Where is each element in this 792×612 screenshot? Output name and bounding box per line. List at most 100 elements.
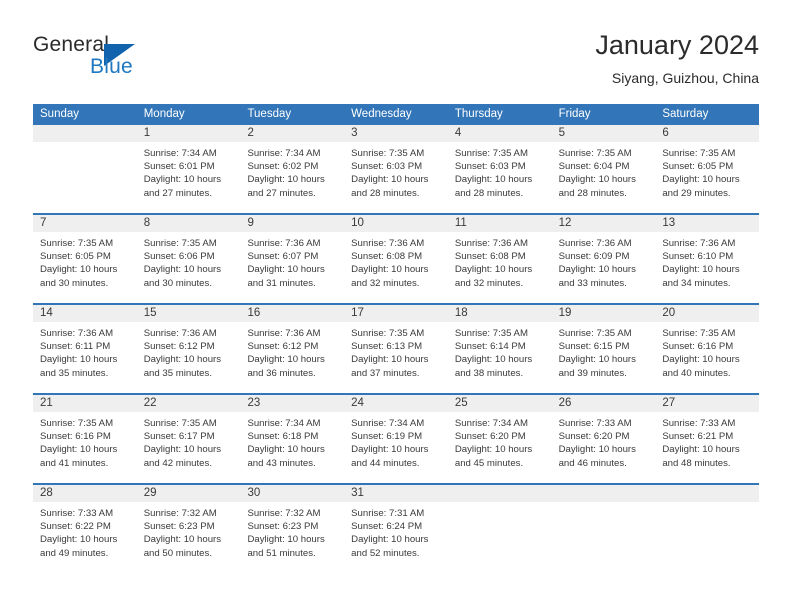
- day-number-band: [447, 485, 552, 502]
- day-cell-14[interactable]: 14 Sunrise: 7:36 AM Sunset: 6:11 PM Dayligh…: [33, 305, 137, 393]
- day-cell-4[interactable]: 4 Sunrise: 7:35 AM Sunset: 6:03 PM Daylight…: [447, 125, 552, 213]
- day-cell-24[interactable]: 24 Sunrise: 7:34 AM Sunset: 6:19 PM Dayligh…: [344, 395, 448, 483]
- day-details: Sunrise: 7:35 AM Sunset: 6:16 PM Daylight:…: [33, 412, 137, 470]
- day-cell-27[interactable]: 27 Sunrise: 7:33 AM Sunset: 6:21 PM Dayligh…: [655, 395, 760, 483]
- day-detail-line: and 29 minutes.: [662, 187, 731, 199]
- day-cell-18[interactable]: 18 Sunrise: 7:35 AM Sunset: 6:14 PM Dayligh…: [447, 305, 552, 393]
- day-details: Sunrise: 7:35 AM Sunset: 6:13 PM Daylight:…: [344, 322, 448, 380]
- day-number: 5: [558, 127, 565, 139]
- day-detail-line: Sunset: 6:12 PM: [247, 341, 319, 353]
- day-number: 16: [247, 307, 261, 319]
- day-number: 20: [662, 307, 676, 319]
- day-number-band: 10: [344, 215, 448, 232]
- day-cell-5[interactable]: 5 Sunrise: 7:35 AM Sunset: 6:04 PM Daylight…: [551, 125, 656, 213]
- day-detail-line: Sunset: 6:17 PM: [143, 431, 215, 443]
- day-detail-line: Daylight: 10 hours: [247, 534, 325, 546]
- day-cell-26[interactable]: 26 Sunrise: 7:33 AM Sunset: 6:20 PM Dayligh…: [551, 395, 656, 483]
- day-detail-line: Daylight: 10 hours: [454, 174, 533, 186]
- day-details: Sunrise: 7:33 AM Sunset: 6:22 PM Daylight:…: [33, 502, 137, 560]
- day-details: Sunrise: 7:33 AM Sunset: 6:21 PM Daylight:…: [655, 412, 759, 470]
- day-cell-2[interactable]: 2 Sunrise: 7:34 AM Sunset: 6:02 PM Daylight…: [240, 125, 345, 213]
- day-cell-1[interactable]: 1 Sunrise: 7:34 AM Sunset: 6:01 PM Daylight…: [136, 125, 241, 213]
- day-detail-line: and 27 minutes.: [247, 187, 316, 199]
- day-cell-22[interactable]: 22 Sunrise: 7:35 AM Sunset: 6:17 PM Dayligh…: [136, 395, 241, 483]
- day-cell-10[interactable]: 10 Sunrise: 7:36 AM Sunset: 6:08 PM Dayligh…: [344, 215, 448, 303]
- day-cell-19[interactable]: 19 Sunrise: 7:35 AM Sunset: 6:15 PM Dayligh…: [551, 305, 656, 393]
- day-cell-7[interactable]: 7 Sunrise: 7:35 AM Sunset: 6:05 PM Daylight…: [33, 215, 137, 303]
- day-detail-line: Sunset: 6:16 PM: [662, 341, 734, 353]
- day-detail-line: Daylight: 10 hours: [558, 174, 636, 186]
- day-cell-20[interactable]: 20 Sunrise: 7:35 AM Sunset: 6:16 PM Dayligh…: [655, 305, 760, 393]
- day-cell-31[interactable]: 31 Sunrise: 7:31 AM Sunset: 6:24 PM Dayligh…: [344, 485, 448, 573]
- day-detail-line: Sunrise: 7:34 AM: [143, 148, 217, 159]
- day-details: Sunrise: 7:31 AM Sunset: 6:24 PM Daylight:…: [344, 502, 448, 560]
- day-detail-line: Sunrise: 7:33 AM: [558, 418, 632, 429]
- day-detail-line: Sunrise: 7:35 AM: [351, 328, 425, 339]
- logo-text-blue: Blue: [90, 55, 133, 78]
- day-detail-line: Daylight: 10 hours: [40, 354, 118, 366]
- day-number: 22: [143, 397, 157, 409]
- day-details: [655, 502, 759, 507]
- day-detail-line: Sunset: 6:21 PM: [662, 431, 734, 443]
- day-number-band: 27: [655, 395, 760, 412]
- day-number-band: 11: [447, 215, 552, 232]
- day-number: 17: [351, 307, 364, 319]
- day-cell-6[interactable]: 6 Sunrise: 7:35 AM Sunset: 6:05 PM Daylight…: [655, 125, 760, 213]
- day-details: Sunrise: 7:35 AM Sunset: 6:05 PM Daylight:…: [655, 142, 759, 200]
- day-number-band: 22: [136, 395, 241, 412]
- day-number-band: 3: [344, 125, 448, 142]
- day-details: [552, 502, 656, 507]
- day-detail-line: Sunrise: 7:34 AM: [247, 148, 321, 159]
- week-days: 14 Sunrise: 7:36 AM Sunset: 6:11 PM Dayligh…: [33, 305, 760, 393]
- week-row: 7 Sunrise: 7:35 AM Sunset: 6:05 PM Daylight…: [33, 213, 760, 303]
- day-cell-13[interactable]: 13 Sunrise: 7:36 AM Sunset: 6:10 PM Dayligh…: [655, 215, 760, 303]
- day-cell-8[interactable]: 8 Sunrise: 7:35 AM Sunset: 6:06 PM Daylight…: [136, 215, 241, 303]
- day-cell-21[interactable]: 21 Sunrise: 7:35 AM Sunset: 6:16 PM Dayligh…: [33, 395, 137, 483]
- day-detail-line: and 28 minutes.: [351, 187, 420, 199]
- day-number-band: [551, 485, 656, 502]
- day-cell-12[interactable]: 12 Sunrise: 7:36 AM Sunset: 6:09 PM Dayligh…: [551, 215, 656, 303]
- day-detail-line: and 30 minutes.: [143, 277, 212, 289]
- day-cell-15[interactable]: 15 Sunrise: 7:36 AM Sunset: 6:12 PM Dayligh…: [136, 305, 241, 393]
- day-detail-line: Daylight: 10 hours: [454, 264, 533, 276]
- page-subtitle: Siyang, Guizhou, China: [611, 70, 759, 86]
- day-number-band: 9: [240, 215, 345, 232]
- day-detail-line: and 32 minutes.: [351, 277, 420, 289]
- page-title: January 2024: [595, 30, 759, 60]
- day-detail-line: Sunrise: 7:36 AM: [247, 238, 321, 249]
- day-details: Sunrise: 7:35 AM Sunset: 6:15 PM Daylight:…: [552, 322, 656, 380]
- day-detail-line: Daylight: 10 hours: [662, 354, 740, 366]
- day-details: Sunrise: 7:32 AM Sunset: 6:23 PM Daylight:…: [240, 502, 344, 560]
- day-cell-16[interactable]: 16 Sunrise: 7:36 AM Sunset: 6:12 PM Dayligh…: [240, 305, 345, 393]
- day-details: Sunrise: 7:34 AM Sunset: 6:20 PM Daylight:…: [448, 412, 552, 470]
- day-number: 8: [143, 217, 151, 229]
- day-number-band: 31: [344, 485, 448, 502]
- day-cell-28[interactable]: 28 Sunrise: 7:33 AM Sunset: 6:22 PM Dayligh…: [33, 485, 137, 573]
- day-number-band: 12: [551, 215, 656, 232]
- day-detail-line: Sunset: 6:05 PM: [662, 161, 734, 173]
- day-cell-23[interactable]: 23 Sunrise: 7:34 AM Sunset: 6:18 PM Dayligh…: [240, 395, 345, 483]
- day-number: 9: [247, 217, 254, 229]
- day-cell-29[interactable]: 29 Sunrise: 7:32 AM Sunset: 6:23 PM Dayligh…: [136, 485, 241, 573]
- day-cell-9[interactable]: 9 Sunrise: 7:36 AM Sunset: 6:07 PM Daylight…: [240, 215, 345, 303]
- day-detail-line: Daylight: 10 hours: [454, 444, 533, 456]
- calendar-grid: Sunday Monday Tuesday Wednesday Thursday Frid…: [33, 104, 760, 573]
- day-cell-17[interactable]: 17 Sunrise: 7:35 AM Sunset: 6:13 PM Dayligh…: [344, 305, 448, 393]
- day-details: Sunrise: 7:36 AM Sunset: 6:08 PM Daylight:…: [344, 232, 448, 290]
- week-row: 28 Sunrise: 7:33 AM Sunset: 6:22 PM Dayligh…: [33, 483, 760, 573]
- day-number-band: 6: [655, 125, 760, 142]
- weekday-header-saturday: Saturday: [662, 108, 709, 120]
- general-blue-logo[interactable]: General Blue: [33, 33, 213, 85]
- day-cell-3[interactable]: 3 Sunrise: 7:35 AM Sunset: 6:03 PM Daylight…: [344, 125, 448, 213]
- day-number-band: 19: [551, 305, 656, 322]
- day-number-band: 25: [447, 395, 552, 412]
- day-detail-line: Sunset: 6:07 PM: [247, 251, 319, 263]
- day-detail-line: and 48 minutes.: [662, 457, 731, 469]
- day-cell-25[interactable]: 25 Sunrise: 7:34 AM Sunset: 6:20 PM Dayligh…: [447, 395, 552, 483]
- day-cell-30[interactable]: 30 Sunrise: 7:32 AM Sunset: 6:23 PM Dayligh…: [240, 485, 345, 573]
- day-cell-11[interactable]: 11 Sunrise: 7:36 AM Sunset: 6:08 PM Dayligh…: [447, 215, 552, 303]
- day-detail-line: Sunset: 6:14 PM: [454, 341, 526, 353]
- day-detail-line: Sunset: 6:19 PM: [351, 431, 423, 443]
- day-detail-line: Daylight: 10 hours: [247, 444, 325, 456]
- day-detail-line: Sunset: 6:03 PM: [454, 161, 526, 173]
